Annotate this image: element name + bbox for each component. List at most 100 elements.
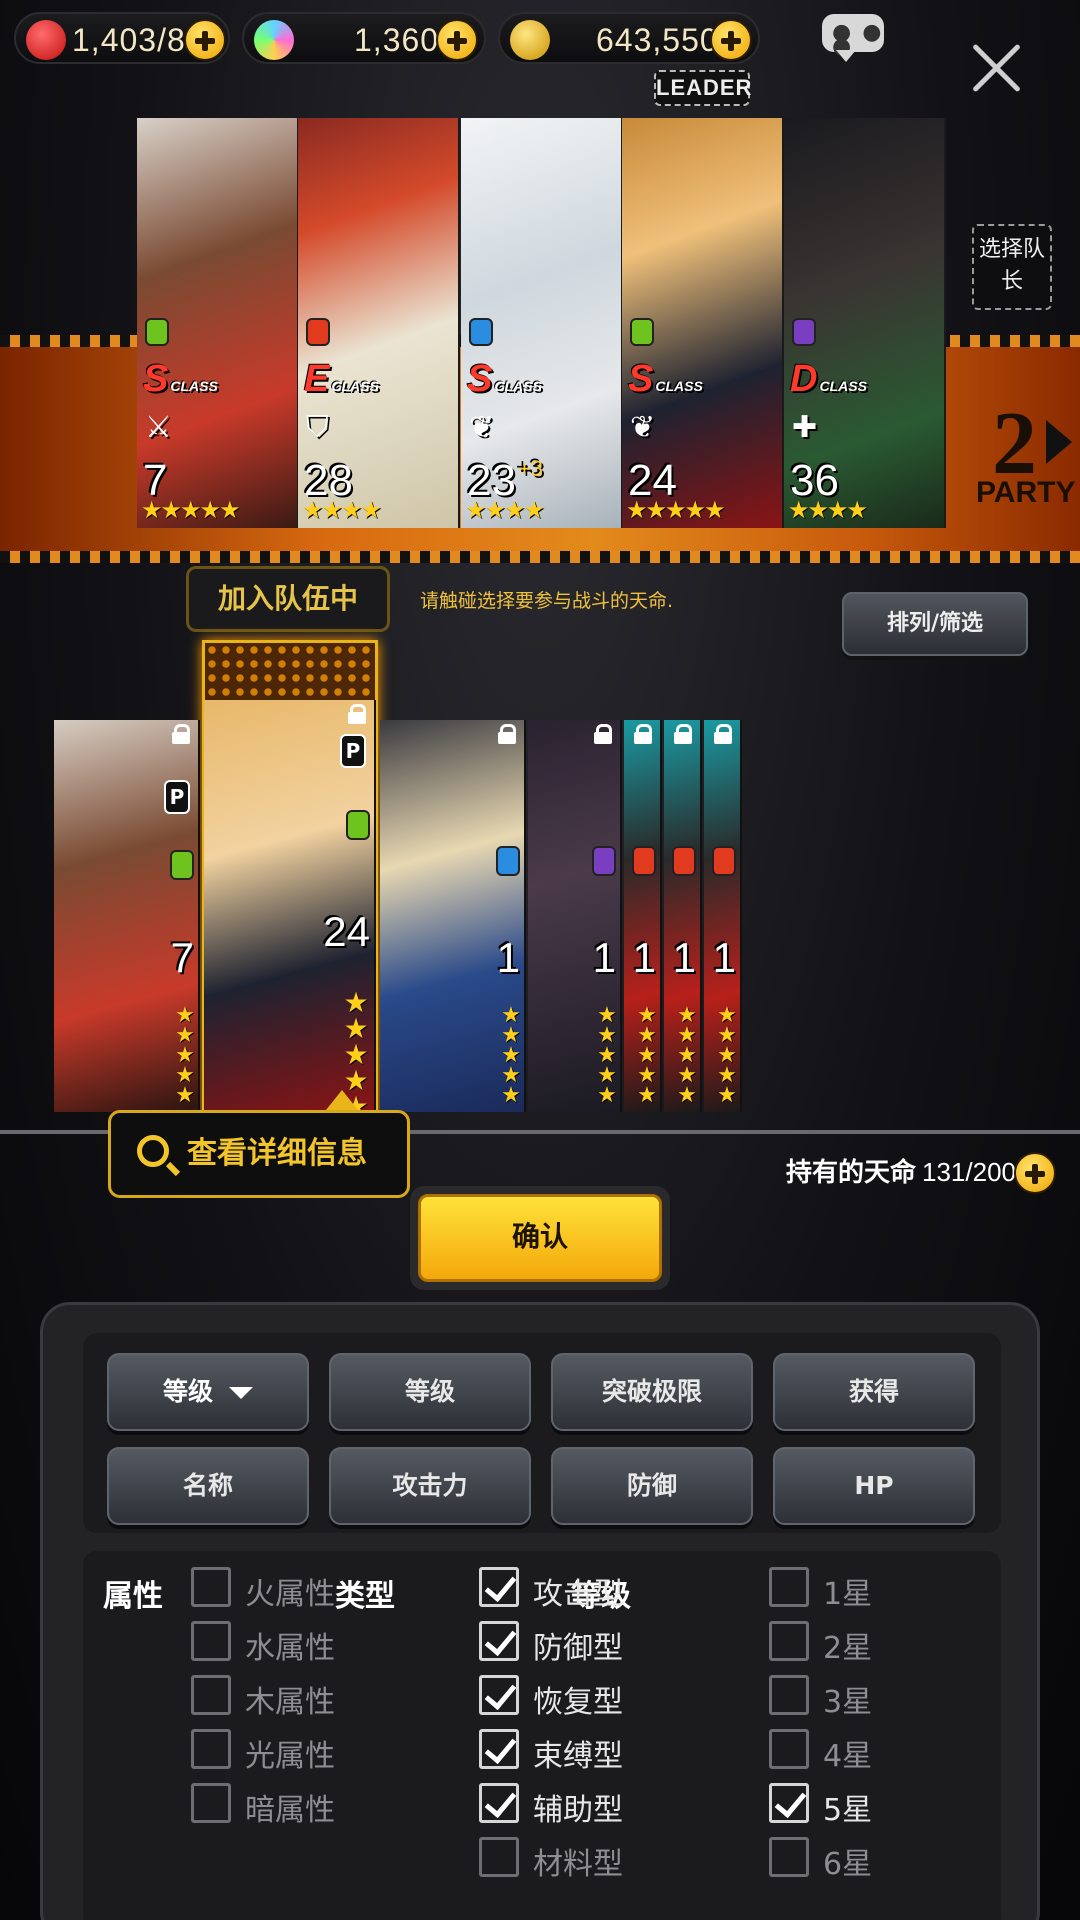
party-member-card[interactable]: S CLASS ❦ 24 ★★★★★ <box>622 118 784 528</box>
sort-button[interactable]: 获得 <box>773 1353 975 1431</box>
class-letter: S <box>143 358 169 400</box>
confirm-button[interactable]: 确认 <box>410 1186 670 1290</box>
party-member-card[interactable]: D CLASS ✚ 36 ★★★★ <box>784 118 946 528</box>
leader-tag: LEADER <box>654 70 751 106</box>
lock-icon[interactable] <box>498 724 516 744</box>
character-card[interactable]: 1 ★ ★ ★ ★ ★ <box>664 720 702 1112</box>
lock-icon[interactable] <box>172 724 190 744</box>
character-card[interactable]: 1 ★ ★ ★ ★ ★ <box>704 720 742 1112</box>
confirm-label: 确认 <box>418 1194 662 1282</box>
types-filter-option[interactable]: 材料型 <box>479 1837 679 1883</box>
lock-icon[interactable] <box>714 724 732 744</box>
attributes-filter-option[interactable]: 暗属性 <box>191 1783 391 1829</box>
character-card[interactable]: 1 ★ ★ ★ ★ ★ <box>380 720 526 1112</box>
add-gems-button[interactable] <box>436 19 478 61</box>
next-party-arrow-icon[interactable] <box>1046 420 1072 464</box>
types-filter-option[interactable]: 攻击型 <box>479 1567 679 1613</box>
checkbox[interactable] <box>191 1783 231 1823</box>
types-filter-option[interactable]: 辅助型 <box>479 1783 679 1829</box>
types-filter-option[interactable]: 防御型 <box>479 1621 679 1667</box>
sort-button[interactable]: 等级 <box>329 1353 531 1431</box>
party-member-card[interactable]: E CLASS ⛉ 28 ★★★★ <box>298 118 460 528</box>
sort-options: 等级 等级 突破极限 获得名称 攻击力 防御 HP <box>83 1333 1001 1533</box>
grades-filter-option[interactable]: 3星 <box>769 1675 969 1721</box>
types-filter-option[interactable]: 束缚型 <box>479 1729 679 1775</box>
checkbox[interactable] <box>191 1567 231 1607</box>
checkbox[interactable] <box>769 1567 809 1607</box>
sort-button-label: 攻击力 <box>392 1471 468 1500</box>
checkbox[interactable] <box>769 1783 809 1823</box>
class-word: CLASS <box>331 378 379 394</box>
sort-button[interactable]: 等级 <box>107 1353 309 1431</box>
party-member-card[interactable]: S CLASS ❦ 23+3 ★★★★ <box>461 118 623 528</box>
add-gold-button[interactable] <box>710 19 752 61</box>
star-rating: ★★★★★ <box>597 1003 617 1108</box>
sort-button[interactable]: 名称 <box>107 1447 309 1525</box>
grades-filter-option[interactable]: 1星 <box>769 1567 969 1613</box>
view-details-button[interactable]: 查看详细信息 <box>108 1110 410 1198</box>
sort-button[interactable]: 突破极限 <box>551 1353 753 1431</box>
join-party-tab[interactable]: 加入队伍中 <box>186 566 390 632</box>
character-card[interactable]: P 24 ★ ★ ★ ★ ★ <box>204 700 376 1112</box>
checkbox[interactable] <box>191 1675 231 1715</box>
lock-icon[interactable] <box>594 724 612 744</box>
star-rating: ★★★★★ <box>141 496 241 524</box>
checkbox[interactable] <box>769 1621 809 1661</box>
class-word: CLASS <box>170 378 218 394</box>
types-filter-option[interactable]: 恢复型 <box>479 1675 679 1721</box>
checkbox[interactable] <box>769 1837 809 1877</box>
checkbox[interactable] <box>479 1783 519 1823</box>
close-button[interactable] <box>964 36 1028 100</box>
sort-button-label: 等级 <box>162 1377 213 1406</box>
select-leader-button[interactable]: 选择队长 <box>972 224 1052 310</box>
checkbox[interactable] <box>769 1675 809 1715</box>
checkbox-label: 6星 <box>823 1847 873 1882</box>
add-stamina-button[interactable] <box>184 19 226 61</box>
character-card[interactable]: P 7 ★ ★ ★ ★ ★ <box>54 720 200 1112</box>
checkbox-label: 光属性 <box>245 1739 335 1774</box>
checkbox[interactable] <box>479 1729 519 1769</box>
sort-button[interactable]: 防御 <box>551 1447 753 1525</box>
checkbox[interactable] <box>479 1837 519 1877</box>
attributes-filter-option[interactable]: 木属性 <box>191 1675 391 1721</box>
grades-filter-option[interactable]: 4星 <box>769 1729 969 1775</box>
lock-icon[interactable] <box>348 704 366 724</box>
expand-storage-button[interactable] <box>1014 1152 1056 1194</box>
checkbox[interactable] <box>191 1729 231 1769</box>
character-card[interactable]: 1 ★ ★ ★ ★ ★ <box>624 720 662 1112</box>
class-word: CLASS <box>819 378 867 394</box>
level-value: 1 <box>712 934 736 981</box>
checkbox[interactable] <box>479 1675 519 1715</box>
class-rank: S CLASS <box>628 358 703 401</box>
attributes-filter-option[interactable]: 水属性 <box>191 1621 391 1667</box>
class-rank: E CLASS <box>304 358 379 401</box>
star-rating: ★★★★★ <box>717 1003 737 1108</box>
wood-element-icon <box>630 318 654 346</box>
checkbox[interactable] <box>479 1621 519 1661</box>
lock-icon[interactable] <box>634 724 652 744</box>
checkbox-label: 辅助型 <box>533 1793 623 1828</box>
checkbox-label: 材料型 <box>533 1847 623 1882</box>
party-member-card[interactable]: S CLASS ⚔ 7 ★★★★★ <box>137 118 299 528</box>
checkbox[interactable] <box>191 1621 231 1661</box>
sort-button[interactable]: 攻击力 <box>329 1447 531 1525</box>
checkbox[interactable] <box>769 1729 809 1769</box>
character-card[interactable]: 1 ★ ★ ★ ★ ★ <box>528 720 622 1112</box>
chat-button[interactable]: ● ● ● <box>822 14 884 62</box>
gem-value: 1,360 <box>354 22 440 58</box>
checkbox[interactable] <box>479 1567 519 1607</box>
sort-filter-button[interactable]: 排列/筛选 <box>842 592 1028 656</box>
lock-icon[interactable] <box>674 724 692 744</box>
sort-button-label: 等级 <box>404 1377 455 1406</box>
grades-filter-option[interactable]: 2星 <box>769 1621 969 1667</box>
level-value: 24 <box>323 908 370 955</box>
owned-count: 持有的天命 131/200 <box>786 1152 1016 1189</box>
hint-text: 请触碰选择要参与战斗的天命. <box>420 590 674 612</box>
attributes-filter-option[interactable]: 光属性 <box>191 1729 391 1775</box>
attributes-filter-option[interactable]: 火属性 <box>191 1567 391 1613</box>
wood-element-icon <box>145 318 169 346</box>
sort-button[interactable]: HP <box>773 1447 975 1525</box>
grades-filter-option[interactable]: 5星 <box>769 1783 969 1829</box>
grades-filter-option[interactable]: 6星 <box>769 1837 969 1883</box>
sort-button-label: HP <box>854 1471 894 1500</box>
